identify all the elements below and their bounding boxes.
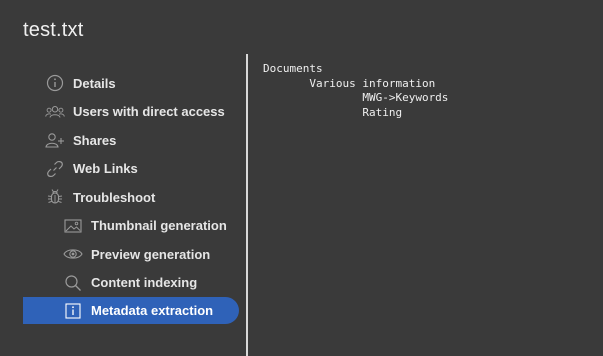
sidebar-item-label: Web Links bbox=[73, 161, 138, 177]
file-properties-dialog: test.txt Details Users with direct acces… bbox=[0, 0, 603, 356]
sidebar-item-troubleshoot[interactable]: Troubleshoot bbox=[23, 183, 239, 212]
tree-line-various-information: Various information bbox=[263, 76, 436, 90]
metadata-tree: Documents Various information MWG->Keywo… bbox=[263, 62, 448, 120]
sidebar-item-label: Metadata extraction bbox=[91, 303, 214, 318]
sidebar-item-preview-generation[interactable]: Preview generation bbox=[23, 240, 239, 269]
info-box-icon bbox=[63, 301, 83, 321]
bug-icon bbox=[45, 187, 65, 207]
sidebar-item-label: Shares bbox=[73, 132, 117, 148]
sidebar-item-label: Thumbnail generation bbox=[91, 218, 227, 234]
sidebar-item-label: Details bbox=[73, 75, 116, 91]
sidebar-item-web-links[interactable]: Web Links bbox=[23, 155, 239, 184]
add-user-icon bbox=[45, 130, 65, 150]
sidebar-item-users-with-direct-access[interactable]: Users with direct access bbox=[23, 98, 239, 127]
panel-divider bbox=[246, 54, 248, 356]
sidebar-item-label: Users with direct access bbox=[73, 104, 225, 120]
link-icon bbox=[45, 159, 65, 179]
sidebar-item-content-indexing[interactable]: Content indexing bbox=[23, 269, 239, 298]
users-icon bbox=[45, 102, 65, 122]
sidebar-item-label: Preview generation bbox=[91, 246, 211, 262]
sidebar-item-metadata-extraction[interactable]: Metadata extraction bbox=[23, 297, 239, 324]
sidebar-item-label: Troubleshoot bbox=[73, 189, 156, 205]
tree-line-rating: Rating bbox=[263, 105, 403, 119]
info-circle-icon bbox=[45, 73, 65, 93]
eye-icon bbox=[63, 244, 83, 264]
image-icon bbox=[63, 216, 83, 236]
sidebar-item-thumbnail-generation[interactable]: Thumbnail generation bbox=[23, 212, 239, 241]
tree-line-mwg-keywords: MWG->Keywords bbox=[263, 91, 449, 105]
dialog-title: test.txt bbox=[23, 19, 84, 41]
sidebar-item-shares[interactable]: Shares bbox=[23, 126, 239, 155]
sidebar-nav: Details Users with direct access Shares … bbox=[23, 69, 239, 324]
sidebar-item-label: Content indexing bbox=[91, 275, 198, 291]
sidebar-item-details[interactable]: Details bbox=[23, 69, 239, 98]
search-icon bbox=[63, 273, 83, 293]
tree-line-documents: Documents bbox=[263, 62, 323, 75]
